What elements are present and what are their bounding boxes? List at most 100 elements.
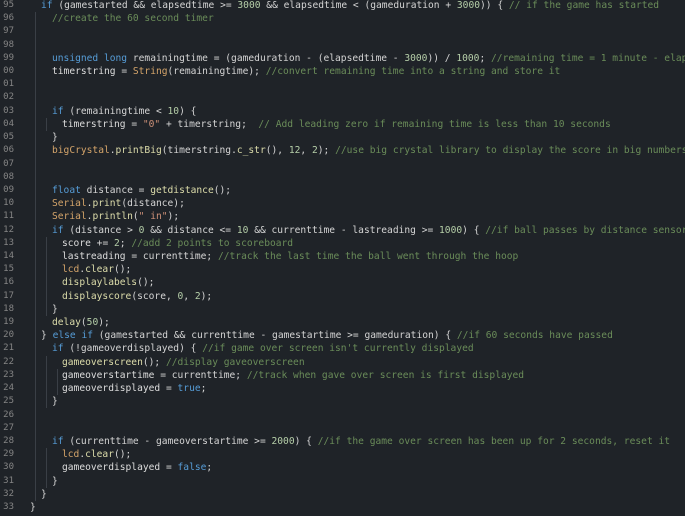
code-line[interactable]: float distance = getdistance(); <box>52 184 231 197</box>
code-line[interactable]: lcd.clear(); <box>62 448 131 461</box>
code-line[interactable]: if (gamestarted && elapsedtime >= 3000 &… <box>41 0 659 12</box>
line-number: 95 <box>3 0 14 10</box>
code-line[interactable]: } <box>41 488 47 501</box>
code-token: (!gameoverdisplayed) { <box>63 343 203 355</box>
line-number: 32 <box>3 488 14 499</box>
line-number: 18 <box>3 303 14 314</box>
code-token: (); <box>137 277 155 289</box>
code-token: if <box>41 0 53 11</box>
code-line[interactable]: lcd.clear(); <box>62 263 131 276</box>
code-token: + timerstring; <box>160 118 259 130</box>
code-token: //if game over screen isn't currently di… <box>202 343 474 355</box>
code-token: delay <box>52 317 81 329</box>
code-token: 1000 <box>456 52 480 64</box>
code-line[interactable]: Serial.println(" in"); <box>52 210 179 223</box>
code-token: //convert remaining time into a string a… <box>265 66 561 78</box>
code-token: //create the 60 second timer <box>52 13 214 25</box>
code-token: 12 <box>288 145 301 157</box>
line-number: 27 <box>3 422 14 433</box>
code-token: ) { <box>462 224 486 236</box>
code-line[interactable]: bigCrystal.printBig(timerstring.c_str(),… <box>52 144 685 157</box>
code-line[interactable]: } <box>52 395 58 408</box>
code-token: ); <box>167 211 180 223</box>
code-line[interactable]: } <box>52 475 58 488</box>
code-token: ); <box>200 290 213 302</box>
code-token: "0" <box>142 118 161 130</box>
code-token: } <box>41 330 53 342</box>
code-line[interactable]: gameoverscreen(); //display gaveoverscre… <box>62 356 305 369</box>
code-token: remainingtime = (gameduration - (elapsed… <box>127 52 405 64</box>
line-number: 21 <box>3 343 14 354</box>
line-number: 96 <box>3 13 14 24</box>
code-line[interactable]: timerstring = "0" + timerstring; // Add … <box>62 118 611 131</box>
code-line[interactable]: if (distance > 0 && distance <= 10 && cu… <box>52 224 685 237</box>
code-line[interactable]: lastreading = currenttime; //track the l… <box>62 250 518 263</box>
code-line[interactable]: gameoverdisplayed = true; <box>62 382 206 395</box>
code-token: && distance <= <box>144 224 237 236</box>
line-number: 23 <box>3 369 14 380</box>
line-number: 33 <box>3 501 14 512</box>
code-token: //if the game over screen has been up fo… <box>317 435 671 447</box>
code-token: c_str <box>236 145 266 157</box>
code-token: false <box>177 462 207 474</box>
code-token: (currenttime - gameoverstartime >= <box>63 435 272 447</box>
code-line[interactable]: } <box>30 501 36 514</box>
code-token: lcd <box>62 449 80 461</box>
code-token: Serial <box>52 211 87 223</box>
code-line[interactable]: if (currenttime - gameoverstartime >= 20… <box>52 435 670 448</box>
line-number: 06 <box>3 145 14 156</box>
code-token: 3000 <box>456 0 481 11</box>
code-token: if <box>52 105 64 117</box>
code-token: if <box>52 435 64 447</box>
code-line[interactable]: } <box>52 303 58 316</box>
code-token: gameoverstartime <box>62 369 155 381</box>
code-token: ) { <box>294 435 318 447</box>
code-line[interactable]: if (!gameoverdisplayed) { //if game over… <box>52 342 474 355</box>
code-token: " in" <box>138 211 168 223</box>
code-token: 10 <box>236 224 249 236</box>
line-number: 29 <box>3 449 14 460</box>
line-number: 20 <box>3 330 14 341</box>
indent-guide <box>46 448 47 488</box>
code-line[interactable]: delay(50); <box>52 316 110 329</box>
code-line[interactable]: } <box>52 131 58 144</box>
code-token: (); <box>114 449 132 461</box>
code-line[interactable]: unsigned long remainingtime = (gamedurat… <box>52 52 685 65</box>
code-token: (remainingtime < <box>63 105 168 117</box>
code-token: // Add leading zero if remaining time is… <box>258 118 611 130</box>
code-line[interactable]: if (remainingtime < 10) { <box>52 105 196 118</box>
code-token: lcd <box>62 264 80 276</box>
line-number: 15 <box>3 264 14 275</box>
code-token: (distance > <box>63 224 139 236</box>
code-token: 3000 <box>237 0 261 11</box>
line-number: 05 <box>3 132 14 143</box>
line-number: 26 <box>3 409 14 420</box>
code-line[interactable]: timerstring = String(remainingtime); //c… <box>52 65 560 78</box>
line-number: 12 <box>3 224 14 235</box>
code-token: (), <box>265 145 289 157</box>
code-token: (distance); <box>121 198 185 210</box>
code-line[interactable]: gameoverstartime = currenttime; //track … <box>62 369 524 382</box>
code-token: ; <box>200 383 207 395</box>
code-editor[interactable]: 95 96 97 98 99 00 01 02 03 04 05 06 07 08 09 10 11 12 13 14… <box>0 0 685 516</box>
line-number: 25 <box>3 396 14 407</box>
code-token: )) { <box>480 0 509 11</box>
line-number: 16 <box>3 277 14 288</box>
code-line[interactable]: //create the 60 second timer <box>52 12 214 25</box>
code-line[interactable]: } else if (gamestarted && currenttime - … <box>41 329 613 342</box>
code-token: = currenttime; <box>154 369 247 381</box>
line-number: 22 <box>3 356 14 367</box>
code-line[interactable]: score += 2; //add 2 points to scoreboard <box>62 237 293 250</box>
code-token: String <box>132 66 168 78</box>
code-token: distance = <box>80 184 151 196</box>
code-line[interactable]: displaylabels(); <box>62 276 154 289</box>
code-line[interactable]: Serial.print(distance); <box>52 197 185 210</box>
code-line[interactable]: displayscore(score, 0, 2); <box>62 290 212 303</box>
code-token: //add 2 points to scoreboard <box>131 237 294 249</box>
code-token: print <box>92 198 122 210</box>
code-token: printBig <box>115 145 162 157</box>
code-token: //track the last time the ball went thro… <box>217 250 519 262</box>
line-number: 30 <box>3 462 14 473</box>
code-line[interactable]: gameoverdisplayed = false; <box>62 461 212 474</box>
code-token: true <box>177 383 201 395</box>
